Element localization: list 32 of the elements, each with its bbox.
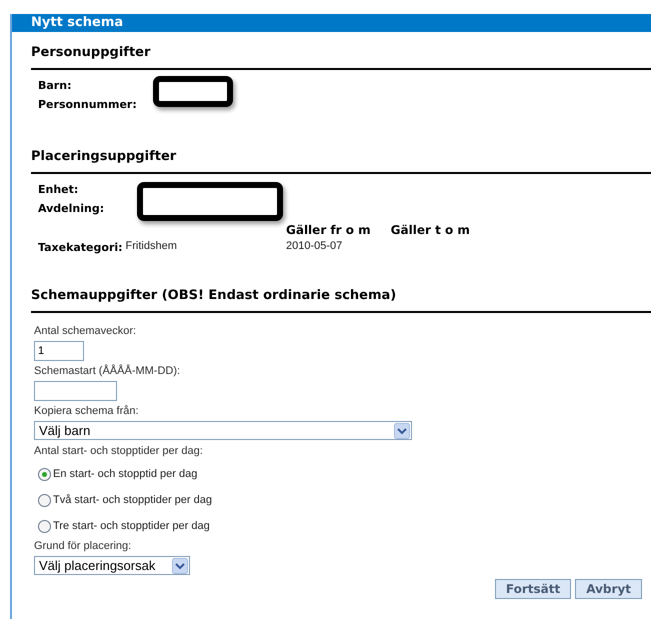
field-label: Taxekategori: [38,240,123,256]
window-title: Nytt schema [12,14,651,32]
dropdown[interactable]: Välj placeringsorsak [34,556,190,575]
field-label: Personnummer: [38,98,137,113]
radio-option[interactable]: En start- och stopptid per dag [38,467,631,481]
field-label: Grund för placering: [34,539,132,553]
chevron-down-icon [394,422,410,438]
column-header: Gäller t o m [390,223,470,237]
field-label: Antal schemaveckor: [34,324,138,338]
form-button[interactable]: Avbryt [575,579,642,599]
section-heading: Schemauppgifter (OBS! Endast ordinarie schema) [31,288,398,304]
field-label: Kopiera schema från: [34,404,140,418]
field-value: Fritidshem [126,240,177,254]
section-heading: Placeringsuppgifter [31,149,178,165]
radio-option[interactable]: Två start- och stopptider per dag [38,493,631,507]
field-label: Avdelning: [38,202,104,217]
radio-button[interactable] [38,494,51,506]
field-label: Barn: [38,79,72,94]
input-field[interactable]: 1 [34,341,84,361]
date-value: 2010-05-07 [286,240,342,254]
radio-option[interactable]: Tre start- och stopptider per dag [38,519,631,533]
section-heading: Personuppgifter [31,45,152,61]
dropdown[interactable]: Välj barn [34,421,412,440]
form-button[interactable]: Fortsätt [494,579,572,599]
column-header: Gäller fr o m [286,223,371,237]
radio-button[interactable] [38,520,51,532]
field-label: Schemastart (ÅÅÅÅ-MM-DD): [34,364,182,378]
radio-button[interactable] [38,468,51,480]
field-label: Antal start- och stopptider per dag: [34,444,204,458]
chevron-down-icon [172,558,188,574]
input-field[interactable] [34,381,117,401]
field-label: Enhet: [38,183,78,198]
